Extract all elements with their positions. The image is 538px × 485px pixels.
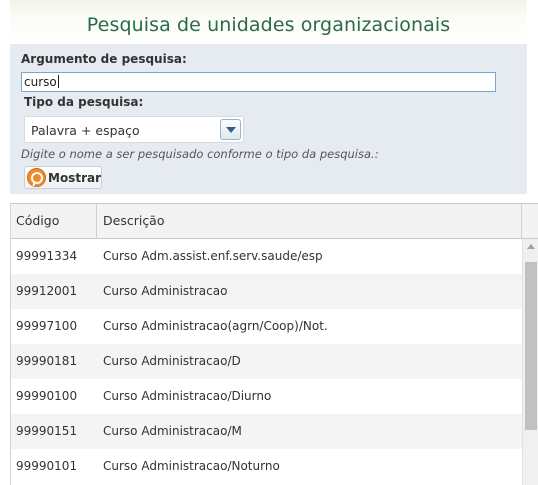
- title-bar: Pesquisa de unidades organizacionais: [10, 0, 527, 44]
- magnifier-icon: [27, 168, 46, 187]
- text-caret: [57, 75, 59, 88]
- search-hint: Digite o nome a ser pesquisado conforme …: [21, 147, 379, 161]
- table-row[interactable]: 99912001 Curso Administracao: [11, 274, 522, 309]
- table-body: 99991334 Curso Adm.assist.enf.serv.saude…: [11, 239, 522, 484]
- column-header-spacer: [522, 204, 538, 239]
- dropdown-button[interactable]: [220, 119, 241, 140]
- cell-description: Curso Administracao/Noturno: [103, 459, 280, 473]
- vertical-scrollbar[interactable]: [522, 239, 538, 485]
- column-header-description[interactable]: Descrição: [97, 204, 522, 239]
- column-header-code[interactable]: Código: [11, 204, 97, 239]
- cell-description: Curso Administracao/M: [103, 424, 242, 438]
- table-header: Código Descrição: [11, 204, 538, 239]
- chevron-down-icon: [226, 127, 236, 133]
- cell-description: Curso Administracao/Diurno: [103, 389, 272, 403]
- scroll-up-arrow-icon[interactable]: [527, 244, 535, 249]
- cell-code: 99997100: [16, 319, 78, 333]
- search-input-value: curso: [24, 75, 57, 89]
- scrollbar-thumb[interactable]: [525, 262, 537, 430]
- cell-code: 99991334: [16, 249, 78, 263]
- search-argument-label: Argumento de pesquisa:: [21, 52, 187, 66]
- table-row[interactable]: 99990181 Curso Administracao/D: [11, 344, 522, 379]
- cell-code: 99990100: [16, 389, 78, 403]
- show-button[interactable]: Mostrar: [24, 166, 102, 189]
- table-row[interactable]: 99990151 Curso Administracao/M: [11, 414, 522, 449]
- cell-description: Curso Administracao: [103, 284, 228, 298]
- search-type-value: Palavra + espaço: [31, 123, 140, 138]
- search-type-select[interactable]: Palavra + espaço: [24, 116, 244, 143]
- cell-description: Curso Administracao/D: [103, 354, 241, 368]
- search-input[interactable]: curso: [21, 72, 496, 92]
- table-row[interactable]: 99997100 Curso Administracao(agrn/Coop)/…: [11, 309, 522, 344]
- results-table: Código Descrição 99991334 Curso Adm.assi…: [10, 203, 538, 485]
- show-button-label: Mostrar: [48, 171, 101, 185]
- cell-description: Curso Adm.assist.enf.serv.saude/esp: [103, 249, 323, 263]
- cell-code: 99912001: [16, 284, 78, 298]
- search-type-label: Tipo da pesquisa:: [24, 95, 144, 109]
- table-row[interactable]: 99990101 Curso Administracao/Noturno: [11, 449, 522, 484]
- cell-description: Curso Administracao(agrn/Coop)/Not.: [103, 319, 328, 333]
- cell-code: 99990151: [16, 424, 78, 438]
- search-panel: Argumento de pesquisa: curso Tipo da pes…: [10, 44, 527, 194]
- table-row[interactable]: 99990100 Curso Administracao/Diurno: [11, 379, 522, 414]
- cell-code: 99990181: [16, 354, 78, 368]
- cell-code: 99990101: [16, 459, 78, 473]
- page-title: Pesquisa de unidades organizacionais: [86, 14, 451, 36]
- table-row[interactable]: 99991334 Curso Adm.assist.enf.serv.saude…: [11, 239, 522, 274]
